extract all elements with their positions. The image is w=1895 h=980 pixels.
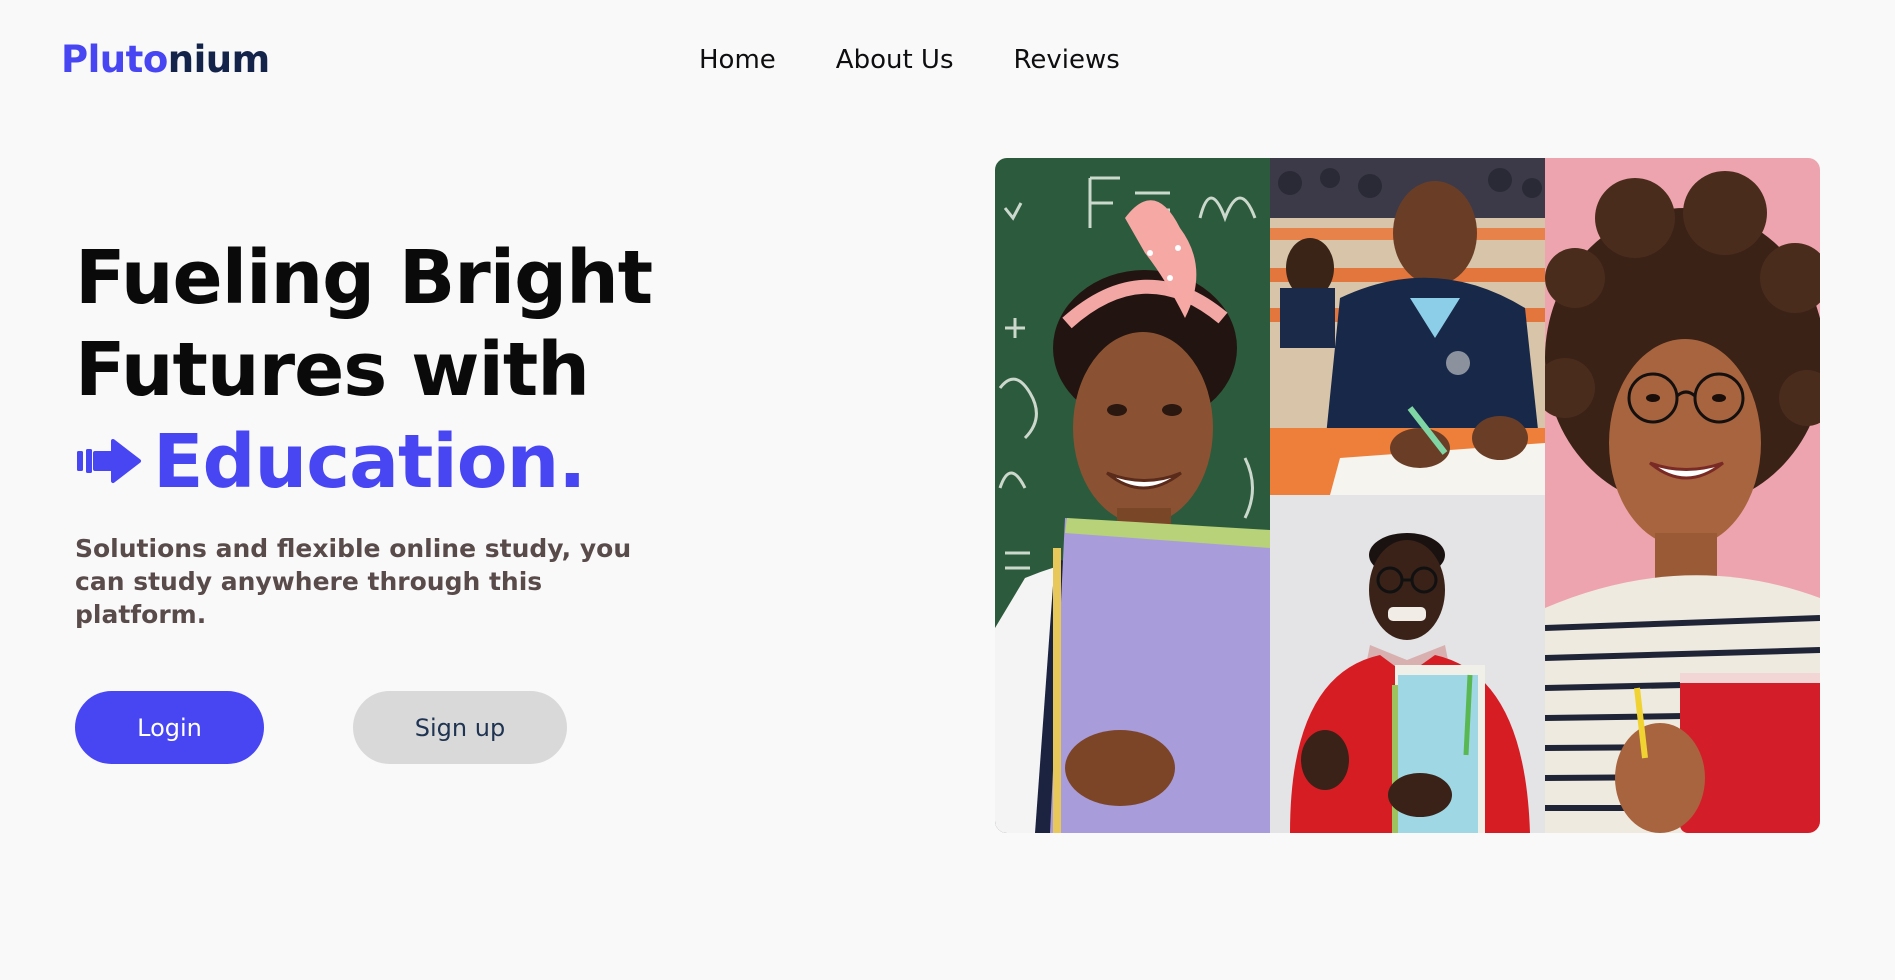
girl-with-folder-photo: [995, 158, 1270, 833]
man-with-books-photo: [1270, 495, 1545, 833]
woman-with-glasses-photo: [1545, 158, 1820, 833]
main-nav: Home About Us Reviews: [699, 40, 1180, 80]
hero-headline: Fueling Bright Futures with Education.: [75, 232, 653, 508]
hero-subtext: Solutions and flexible online study, you…: [75, 534, 632, 629]
logo-part-2: nium: [167, 38, 270, 81]
headline-line-3: Education.: [75, 416, 652, 508]
nav-about-us[interactable]: About Us: [836, 40, 954, 80]
landing-page: Plutonium Home About Us Reviews Fueling …: [0, 0, 1895, 980]
photo-collage: [995, 158, 1820, 833]
logo[interactable]: Plutonium: [61, 36, 270, 84]
headline-line-1: Fueling Bright: [75, 235, 653, 321]
signup-button[interactable]: Sign up: [353, 691, 567, 764]
boy-writing-photo: [1270, 158, 1545, 495]
login-button[interactable]: Login: [75, 691, 264, 764]
nav-home[interactable]: Home: [699, 40, 776, 80]
nav-reviews[interactable]: Reviews: [1014, 40, 1120, 80]
logo-part-1: Pluto: [61, 38, 168, 81]
headline-accent: Education.: [153, 419, 586, 505]
arrow-right-icon: [75, 420, 145, 483]
headline-line-2: Futures with: [75, 327, 590, 413]
